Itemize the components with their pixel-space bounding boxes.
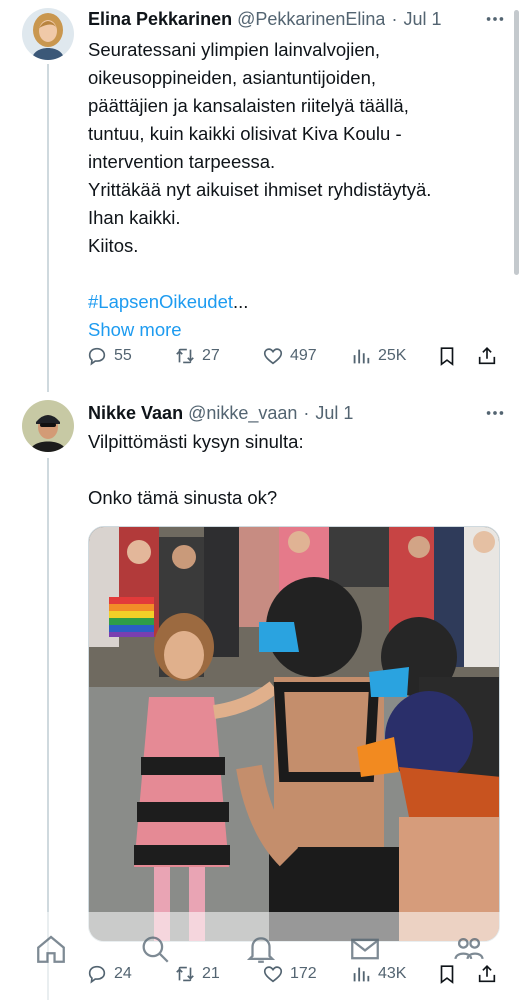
tweet-header: Elina Pekkarinen @PekkarinenElina · Jul … — [88, 6, 510, 32]
photo-street-parade-icon — [89, 527, 499, 941]
retweet-button[interactable]: 21 — [174, 963, 262, 985]
text-line: Kiitos. — [88, 235, 139, 256]
bookmark-button[interactable] — [436, 345, 476, 367]
text-line: Yrittäkää nyt aikuiset ihmiset ryhdistäy… — [88, 179, 432, 200]
bookmark-icon — [440, 965, 454, 984]
text-line: intervention tarpeessa. — [88, 151, 276, 172]
author-name[interactable]: Nikke Vaan — [88, 403, 183, 424]
avatar[interactable] — [22, 400, 74, 452]
tweet-date[interactable]: Jul 1 — [403, 9, 441, 30]
separator-dot: · — [303, 402, 310, 423]
show-more-link[interactable]: Show more — [88, 316, 504, 344]
avatar-woman-blonde-icon — [22, 8, 74, 60]
reply-count: 24 — [114, 965, 132, 982]
share-button[interactable] — [476, 963, 506, 985]
like-button[interactable]: 497 — [262, 345, 350, 367]
retweet-count: 27 — [202, 347, 220, 364]
share-button[interactable] — [476, 345, 506, 367]
like-button[interactable]: 172 — [262, 963, 350, 985]
retweet-icon — [176, 966, 194, 982]
bookmark-icon — [440, 347, 454, 366]
text-line: Ihan kaikki. — [88, 207, 181, 228]
tweet-text: Seuratessani ylimpien lainvalvojien, oik… — [88, 36, 504, 344]
like-count: 497 — [290, 347, 317, 364]
reply-icon — [88, 965, 106, 984]
avatar-man-cap-icon — [22, 400, 74, 452]
more-options-button[interactable] — [482, 400, 508, 426]
reply-button[interactable]: 24 — [86, 963, 174, 985]
reply-count: 55 — [114, 347, 132, 364]
reply-icon — [88, 347, 106, 366]
retweet-icon — [176, 348, 194, 364]
tweet-actions: 55 27 497 25K — [86, 342, 510, 370]
retweet-count: 21 — [202, 965, 220, 982]
ellipsis: ... — [233, 291, 249, 312]
share-icon — [478, 347, 496, 365]
tweet-text: Vilpittömästi kysyn sinulta: Onko tämä s… — [88, 428, 504, 512]
text-line: oikeusoppineiden, asiantuntijoiden, — [88, 67, 376, 88]
analytics-icon — [353, 967, 370, 982]
views-count: 43K — [378, 965, 407, 982]
tweet-elina[interactable]: Elina Pekkarinen @PekkarinenElina · Jul … — [0, 0, 522, 390]
separator-dot: · — [391, 8, 398, 29]
more-options-button[interactable] — [482, 6, 508, 32]
views-count: 25K — [378, 347, 407, 364]
more-dots-icon — [486, 17, 504, 21]
reply-button[interactable]: 55 — [86, 345, 174, 367]
share-icon — [478, 965, 496, 983]
bookmark-button[interactable] — [436, 963, 476, 985]
text-line: Seuratessani ylimpien lainvalvojien, — [88, 39, 381, 60]
heart-icon — [263, 348, 283, 365]
hashtag-link[interactable]: #LapsenOikeudet — [88, 291, 233, 312]
tweet-actions: 24 21 172 43K — [86, 960, 510, 988]
nav-home[interactable] — [34, 932, 68, 966]
home-icon — [37, 935, 65, 963]
tweet-photo[interactable] — [88, 526, 500, 942]
views-button[interactable]: 43K — [350, 963, 436, 985]
avatar[interactable] — [22, 8, 74, 60]
tweet-header: Nikke Vaan @nikke_vaan · Jul 1 — [88, 400, 510, 426]
text-line: tuntuu, kuin kaikki olisivat Kiva Koulu … — [88, 123, 402, 144]
views-button[interactable]: 25K — [350, 345, 436, 367]
heart-icon — [263, 966, 283, 983]
author-handle[interactable]: @nikke_vaan — [188, 403, 297, 424]
author-name[interactable]: Elina Pekkarinen — [88, 9, 232, 30]
more-dots-icon — [486, 411, 504, 415]
author-handle[interactable]: @PekkarinenElina — [237, 9, 385, 30]
like-count: 172 — [290, 965, 317, 982]
text-line: Onko tämä sinusta ok? — [88, 487, 278, 508]
retweet-button[interactable]: 27 — [174, 345, 262, 367]
tweet-date[interactable]: Jul 1 — [315, 403, 353, 424]
text-line: Vilpittömästi kysyn sinulta: — [88, 431, 304, 452]
text-line: päättäjien ja kansalaisten riitelyä tääl… — [88, 95, 409, 116]
analytics-icon — [353, 349, 370, 364]
